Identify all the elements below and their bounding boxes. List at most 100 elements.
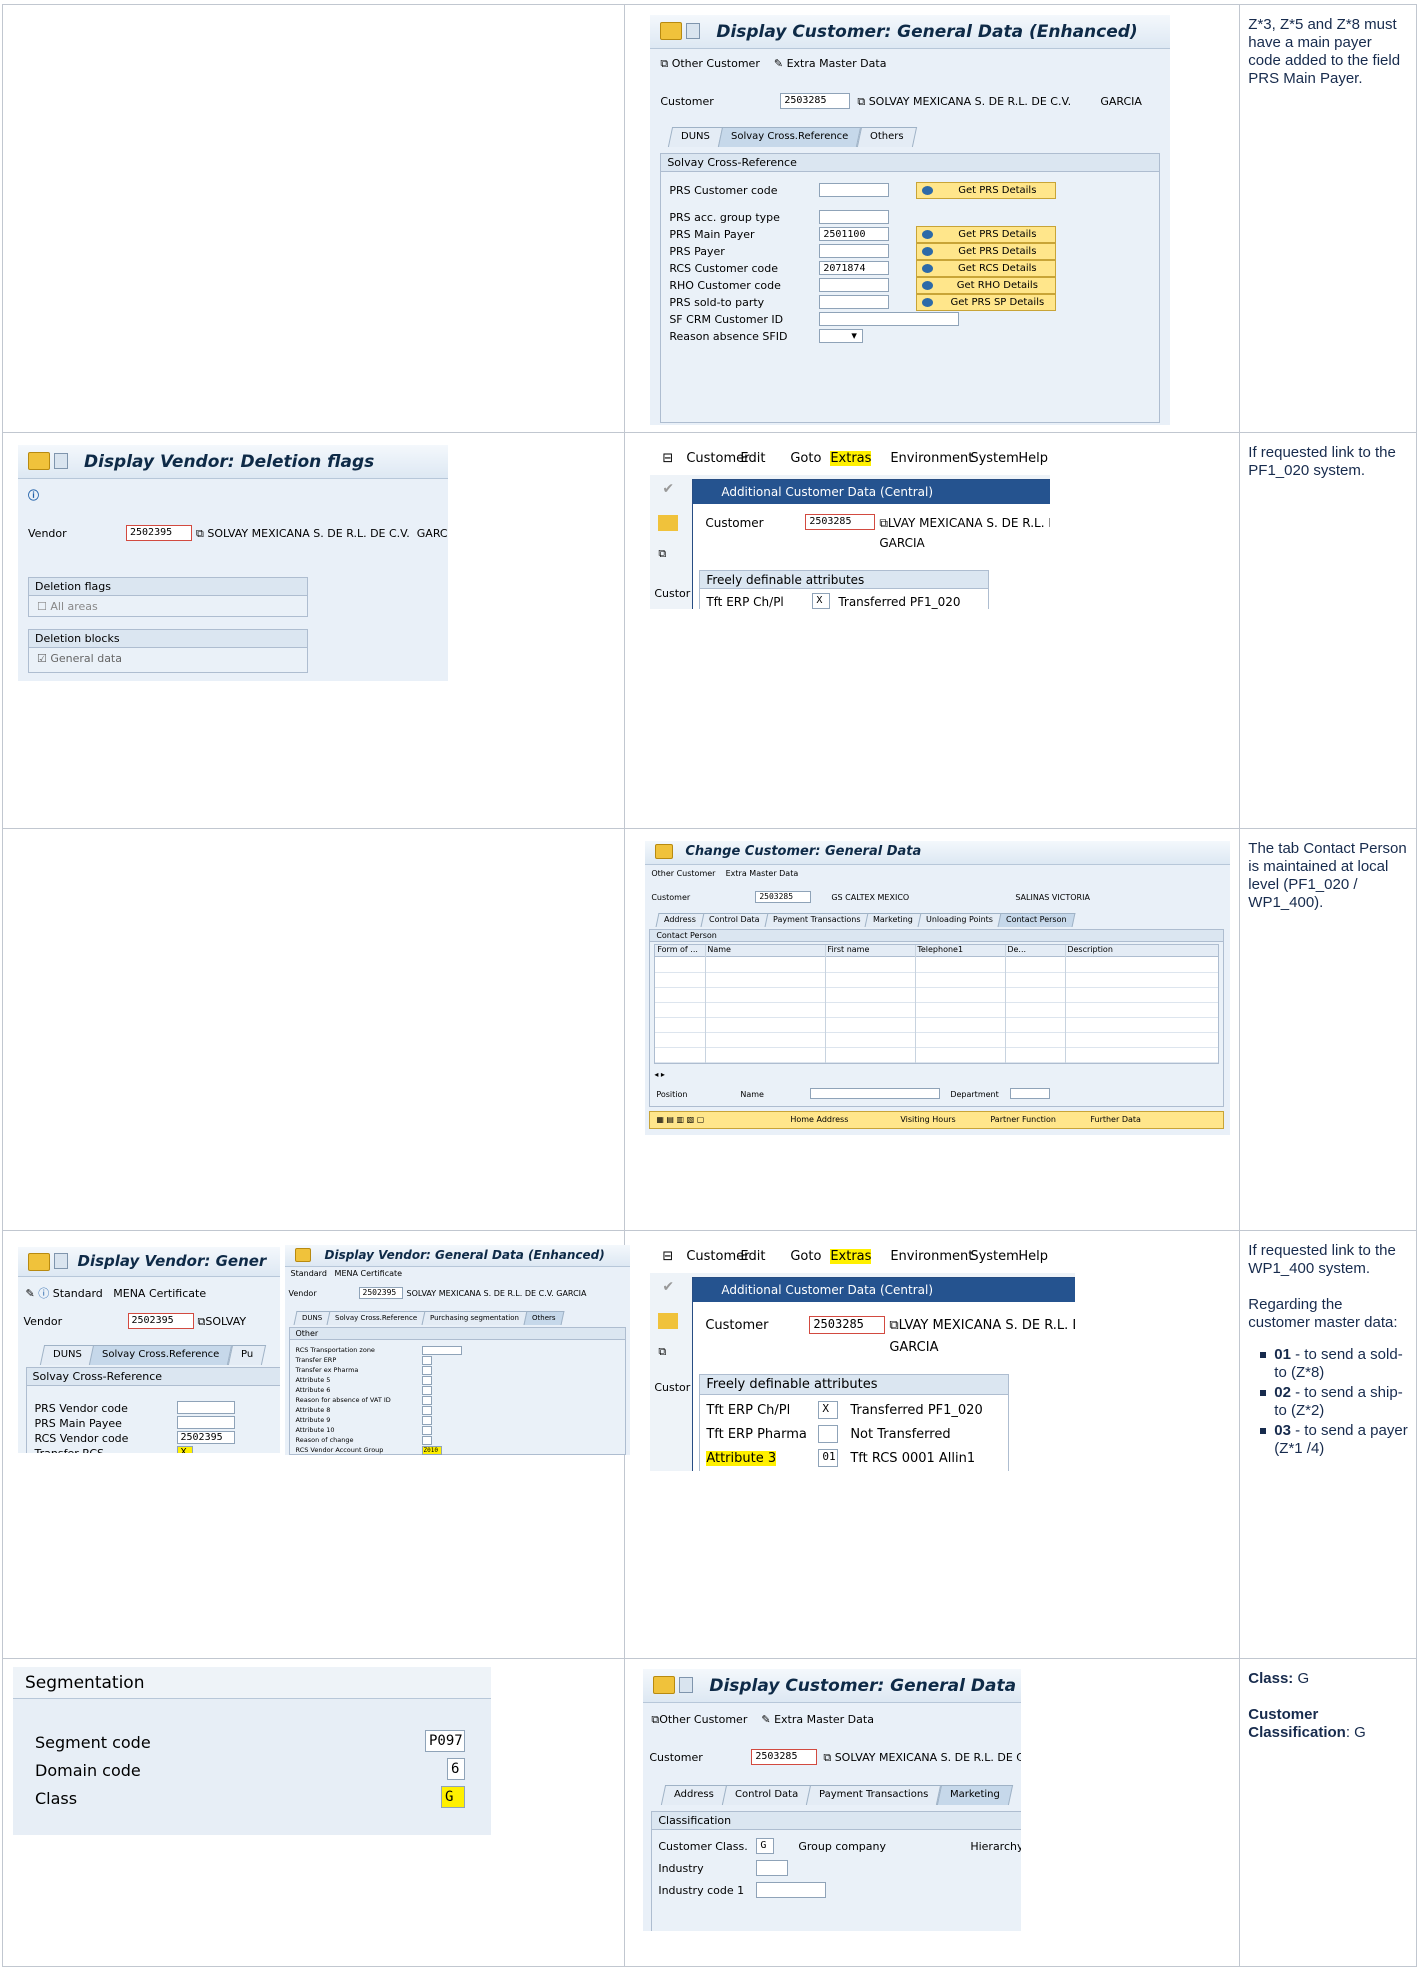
- info-icon[interactable]: ⓘ: [28, 487, 39, 503]
- get-details-button[interactable]: Get RCS Details: [916, 260, 1057, 277]
- menu-item[interactable]: Goto: [790, 451, 821, 466]
- menu-item[interactable]: System: [970, 1249, 1018, 1264]
- general-data-checkbox[interactable]: ☑ General data: [37, 652, 122, 665]
- dropdown-icon[interactable]: [686, 23, 701, 39]
- get-details-button[interactable]: Get RHO Details: [916, 277, 1057, 294]
- field-input[interactable]: [421, 1345, 462, 1355]
- sap-menu-icon[interactable]: [653, 1676, 676, 1694]
- tab-solvay-cross-reference[interactable]: Solvay Cross.Reference: [718, 127, 862, 147]
- tab-purchasing-segmentation[interactable]: Purchasing segmentation: [421, 1310, 528, 1325]
- field-input[interactable]: [176, 1415, 235, 1429]
- sap-menu-icon[interactable]: [27, 1252, 50, 1271]
- edit-icon[interactable]: ✎: [26, 1287, 35, 1300]
- dropdown-icon[interactable]: [54, 453, 68, 469]
- menu-item[interactable]: Environment: [890, 1249, 973, 1264]
- tab-control-data[interactable]: Control Data: [700, 913, 769, 927]
- seg-field[interactable]: P097: [425, 1730, 465, 1752]
- field-input[interactable]: [421, 1435, 432, 1445]
- tab-others[interactable]: Others: [856, 127, 917, 147]
- customer-field[interactable]: 2503285: [809, 1316, 886, 1334]
- customer-class-field[interactable]: G: [756, 1838, 775, 1854]
- action-button[interactable]: Further Data: [1090, 1115, 1141, 1124]
- tab-duns[interactable]: DUNS: [668, 127, 724, 147]
- field-input[interactable]: [421, 1425, 432, 1435]
- tab-marketing[interactable]: Marketing: [936, 1785, 1013, 1805]
- tab-duns[interactable]: DUNS: [293, 1310, 331, 1325]
- get-details-button[interactable]: Get PRS Details: [916, 226, 1057, 243]
- field-input[interactable]: 2501100: [819, 227, 890, 241]
- field-input[interactable]: [819, 312, 960, 326]
- vendor-field[interactable]: 2502395: [358, 1286, 403, 1299]
- tab-payment-transactions[interactable]: Payment Transactions: [806, 1785, 942, 1805]
- sap-menu-icon[interactable]: [660, 22, 683, 40]
- customer-field[interactable]: 2503285: [751, 1749, 818, 1765]
- tab-contact-person[interactable]: Contact Person: [997, 913, 1076, 927]
- menu-item[interactable]: Goto: [790, 1249, 821, 1264]
- field-input[interactable]: [819, 244, 890, 258]
- tab-control-data[interactable]: Control Data: [722, 1785, 812, 1805]
- sap-menu-icon[interactable]: [294, 1247, 311, 1262]
- industry-field[interactable]: [756, 1860, 789, 1876]
- field-input[interactable]: 2071874: [819, 261, 890, 275]
- tab-address[interactable]: Address: [661, 1785, 728, 1805]
- field-input[interactable]: [819, 295, 890, 309]
- tab-marketing[interactable]: Marketing: [864, 913, 922, 927]
- check-icon[interactable]: ✔: [662, 1279, 674, 1295]
- toolbar-icons[interactable]: ▦ ▤ ▥ ▧ ▢: [656, 1115, 704, 1124]
- extra-master-data-button[interactable]: ✎ Extra Master Data: [774, 57, 887, 70]
- field-input[interactable]: Z010: [421, 1445, 442, 1455]
- field-input[interactable]: [421, 1375, 432, 1385]
- get-details-button[interactable]: Get PRS Details: [916, 243, 1057, 260]
- tab-payment-transactions[interactable]: Payment Transactions: [764, 913, 869, 927]
- contact-table[interactable]: Form of ... Name First name Telephone1 De...…: [654, 944, 1220, 1064]
- sap-menu-icon[interactable]: [655, 844, 674, 859]
- customer-field[interactable]: 2503285: [780, 93, 851, 109]
- field-input[interactable]: [421, 1385, 432, 1395]
- tab-purchasing[interactable]: Pu: [227, 1344, 267, 1365]
- field-input[interactable]: [819, 278, 890, 292]
- attribute-field[interactable]: 01: [818, 1449, 839, 1467]
- field-input[interactable]: [819, 210, 890, 224]
- menu-item[interactable]: Help: [1018, 451, 1048, 466]
- seg-field[interactable]: 6: [447, 1758, 465, 1780]
- field-input[interactable]: X: [176, 1445, 193, 1453]
- attribute-field[interactable]: X: [818, 1401, 839, 1419]
- menu-item[interactable]: Edit: [740, 451, 765, 466]
- field-input[interactable]: [421, 1365, 432, 1375]
- field-input[interactable]: [819, 183, 890, 197]
- menu-item[interactable]: Environment: [890, 451, 973, 466]
- scroll-arrows[interactable]: ◂ ▸: [654, 1070, 665, 1079]
- field-input[interactable]: [421, 1355, 432, 1365]
- dropdown-arrow-icon[interactable]: ▾: [851, 329, 857, 342]
- get-details-button[interactable]: Get PRS SP Details: [916, 294, 1057, 311]
- customer-field[interactable]: 2503285: [755, 891, 812, 903]
- standard-button[interactable]: Standard: [53, 1287, 103, 1300]
- edit-icon[interactable]: ✎: [761, 1713, 770, 1726]
- menu-item[interactable]: Extras: [830, 1249, 872, 1264]
- vendor-field[interactable]: 2502395: [126, 525, 192, 541]
- sap-menu-icon[interactable]: [28, 452, 50, 470]
- other-customer-button[interactable]: ⧉ Other Customer: [660, 57, 760, 70]
- dropdown-icon[interactable]: [679, 1677, 694, 1693]
- other-customer-button[interactable]: ⧉Other Customer: [651, 1713, 747, 1726]
- tab-duns[interactable]: DUNS: [39, 1344, 95, 1365]
- menu-icon[interactable]: ⊟: [662, 451, 673, 466]
- standard-button[interactable]: Standard: [291, 1269, 327, 1278]
- mena-certificate-button[interactable]: MENA Certificate: [335, 1269, 403, 1278]
- all-areas-checkbox[interactable]: ☐ All areas: [37, 600, 98, 613]
- vendor-field[interactable]: 2502395: [127, 1312, 194, 1329]
- industry-code-1-field[interactable]: [756, 1882, 827, 1898]
- department-field[interactable]: [1010, 1088, 1051, 1099]
- menu-item[interactable]: Edit: [740, 1249, 765, 1264]
- field-input[interactable]: [421, 1395, 432, 1405]
- tab-solvay-cross-reference[interactable]: Solvay Cross.Reference: [326, 1310, 426, 1325]
- menu-icon[interactable]: ⊟: [662, 1249, 673, 1264]
- attribute-field[interactable]: X: [812, 593, 831, 609]
- action-button[interactable]: Partner Function: [990, 1115, 1056, 1124]
- extra-master-data-button[interactable]: Extra Master Data: [726, 869, 799, 878]
- customer-field[interactable]: 2503285: [805, 514, 876, 530]
- mena-certificate-button[interactable]: MENA Certificate: [113, 1287, 206, 1300]
- field-input[interactable]: [421, 1415, 432, 1425]
- seg-field[interactable]: G: [441, 1786, 465, 1808]
- menu-item[interactable]: Help: [1018, 1249, 1048, 1264]
